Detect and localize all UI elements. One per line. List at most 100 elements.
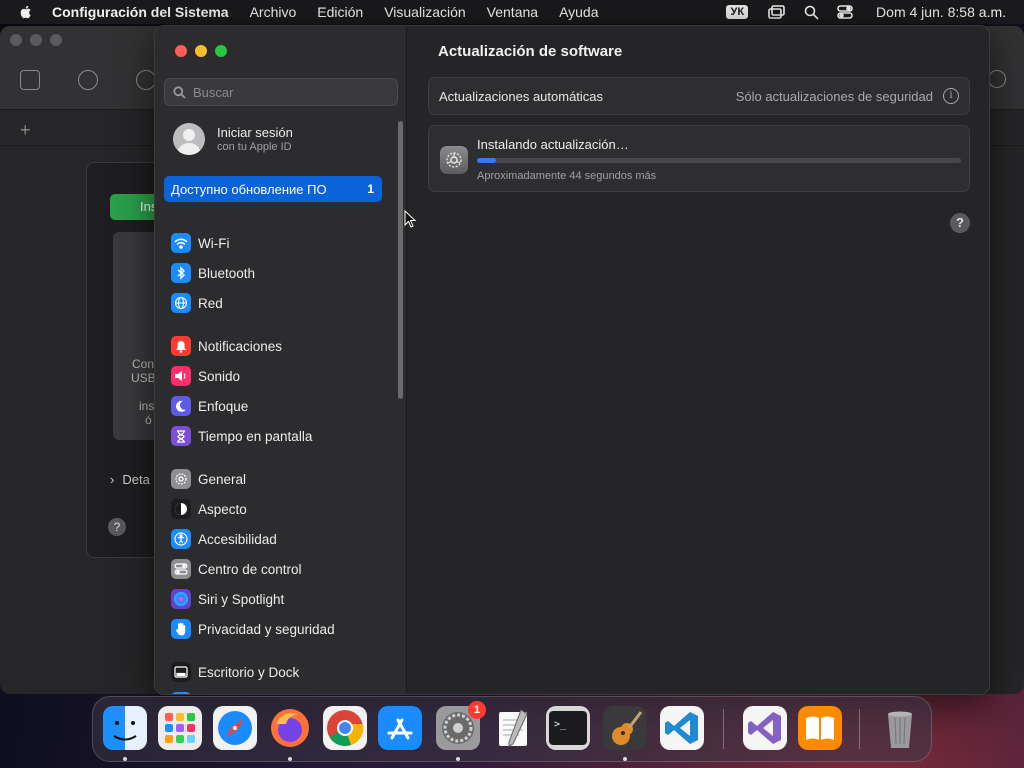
settings-toolbar-icon[interactable] — [136, 70, 156, 90]
help-toolbar-icon[interactable] — [78, 70, 98, 90]
sidebar-item-general[interactable]: General — [171, 467, 246, 491]
sidebar-item-centro-de-control[interactable]: Centro de control — [171, 557, 302, 581]
finder-icon[interactable] — [103, 706, 147, 750]
background-window-traffic-lights — [10, 34, 62, 46]
globe-icon — [171, 293, 191, 313]
safari-icon[interactable] — [213, 706, 257, 750]
siri-icon — [171, 589, 191, 609]
minimize-window-button[interactable] — [195, 45, 207, 57]
info-icon[interactable]: i — [943, 88, 959, 104]
books-icon[interactable] — [798, 706, 842, 750]
sidebar-item-label: Sonido — [198, 368, 241, 384]
apple-id-sign-in[interactable]: Iniciar sesión con tu Apple ID — [173, 123, 293, 155]
sidebar-search[interactable] — [164, 78, 398, 106]
update-progress-bar — [477, 158, 961, 163]
dock-icon — [171, 662, 191, 682]
background-text-fragment: ó — [145, 413, 152, 427]
sidebar: Iniciar sesión con tu Apple ID Доступно … — [155, 26, 407, 694]
sidebar-item-wi-fi[interactable]: Wi-Fi — [171, 231, 229, 255]
sidebar-item-label: Tiempo en pantalla — [198, 428, 313, 444]
menu-edicion[interactable]: Edición — [317, 4, 363, 20]
menu-visualizacion[interactable]: Visualización — [384, 4, 465, 20]
sidebar-scrollbar[interactable] — [398, 121, 403, 399]
menu-app-name[interactable]: Configuración del Sistema — [52, 4, 229, 20]
sun-icon — [171, 692, 191, 694]
app-store-icon[interactable] — [378, 706, 422, 750]
menu-ventana[interactable]: Ventana — [487, 4, 538, 20]
sidebar-item-red[interactable]: Red — [171, 291, 223, 315]
hand-icon — [171, 619, 191, 639]
background-search-icon[interactable] — [988, 70, 1006, 88]
installing-update-card: Instalando actualización… Aproximadament… — [428, 125, 970, 192]
sidebar-item-label: Enfoque — [198, 398, 249, 414]
chrome-icon[interactable] — [323, 706, 367, 750]
terminal-icon[interactable]: >_ — [546, 706, 590, 750]
launchpad-icon[interactable] — [158, 706, 202, 750]
sidebar-item-pantallas[interactable]: Pantallas — [171, 690, 254, 694]
sidebar-item-privacidad-y-seguridad[interactable]: Privacidad y seguridad — [171, 617, 335, 641]
help-button[interactable]: ? — [950, 213, 970, 233]
sign-in-title: Iniciar sesión — [217, 125, 293, 140]
system-settings-window: Iniciar sesión con tu Apple ID Доступно … — [154, 25, 990, 695]
sidebar-item-enfoque[interactable]: Enfoque — [171, 394, 248, 418]
menu-ayuda[interactable]: Ayuda — [559, 4, 598, 20]
automatic-updates-value: Sólo actualizaciones de seguridad — [735, 88, 933, 104]
sidebar-item-siri-y-spotlight[interactable]: Siri y Spotlight — [171, 587, 284, 611]
sidebar-item-label: Wi-Fi — [198, 235, 230, 251]
vscode-icon[interactable] — [660, 706, 704, 750]
running-indicator — [288, 757, 292, 761]
search-input[interactable] — [193, 84, 383, 100]
accessibility-icon — [171, 529, 191, 549]
visual-studio-icon[interactable] — [743, 706, 787, 750]
sidebar-item-aspecto[interactable]: Aspecto — [171, 497, 247, 521]
trash-icon[interactable] — [878, 706, 922, 750]
bell-icon — [171, 336, 191, 356]
wifi-icon — [171, 233, 191, 253]
update-progress-fill — [477, 158, 497, 163]
software-update-count: 1 — [367, 182, 374, 196]
control-center-menu-icon[interactable] — [836, 4, 854, 20]
sidebar-item-label: Escritorio y Dock — [198, 664, 300, 680]
sidebar-item-label: Aspecto — [198, 501, 247, 517]
add-tab-button[interactable]: + — [20, 120, 31, 141]
window-traffic-lights — [175, 45, 227, 57]
firefox-icon[interactable] — [268, 706, 312, 750]
page-title: Actualización de software — [438, 43, 623, 60]
automatic-updates-row[interactable]: Actualizaciones automáticas Sólo actuali… — [428, 77, 970, 115]
textedit-icon[interactable] — [491, 706, 535, 750]
speaker-icon — [171, 366, 191, 386]
svg-text:>_: >_ — [554, 719, 567, 730]
apple-menu-icon[interactable] — [18, 4, 34, 20]
stage-manager-icon[interactable] — [768, 4, 786, 20]
sidebar-item-bluetooth[interactable]: Bluetooth — [171, 261, 255, 285]
background-help-button[interactable]: ? — [108, 518, 126, 536]
avatar — [173, 123, 205, 155]
keyboard-layout-indicator[interactable]: УК — [726, 5, 749, 19]
spotlight-search-icon[interactable] — [802, 4, 820, 20]
sidebar-item-software-update-available[interactable]: Доступно обновление ПО 1 — [164, 176, 382, 202]
sidebar-item-sonido[interactable]: Sonido — [171, 364, 240, 388]
software-update-label: Доступно обновление ПО — [171, 181, 327, 197]
menu-archivo[interactable]: Archivo — [250, 4, 297, 20]
moon-icon — [171, 396, 191, 416]
running-indicator — [623, 757, 627, 761]
sidebar-item-label: Red — [198, 295, 223, 311]
background-details-disclosure[interactable]: › Deta — [110, 472, 150, 487]
zoom-window-button[interactable] — [215, 45, 227, 57]
close-window-button[interactable] — [175, 45, 187, 57]
sidebar-item-notificaciones[interactable]: Notificaciones — [171, 334, 282, 358]
sidebar-item-accesibilidad[interactable]: Accesibilidad — [171, 527, 277, 551]
background-text-fragment: ins — [139, 399, 155, 413]
sidebar-item-label: Privacidad y seguridad — [198, 621, 335, 637]
archive-icon[interactable] — [20, 70, 40, 90]
garageband-icon[interactable] — [603, 706, 647, 750]
sidebar-item-label: Centro de control — [198, 561, 302, 577]
menubar-clock[interactable]: Dom 4 jun. 8:58 a.m. — [876, 4, 1006, 20]
dock-separator — [723, 709, 724, 749]
dock: 1 >_ — [92, 696, 932, 762]
sidebar-item-escritorio-y-dock[interactable]: Escritorio y Dock — [171, 660, 299, 684]
sidebar-item-label: Accesibilidad — [198, 531, 277, 547]
sidebar-item-label: Notificaciones — [198, 338, 283, 354]
sidebar-item-tiempo-en-pantalla[interactable]: Tiempo en pantalla — [171, 424, 312, 448]
running-indicator — [123, 757, 127, 761]
